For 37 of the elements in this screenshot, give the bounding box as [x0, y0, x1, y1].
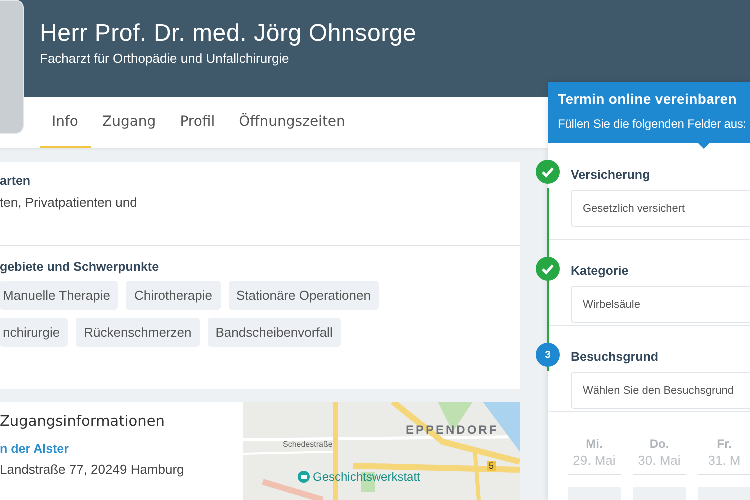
doctor-specialty: Facharzt für Orthopädie und Unfallchirurgie — [40, 51, 290, 66]
select-field[interactable]: Wählen Sie den Besuchsgrund — [571, 372, 750, 409]
tag-chip: Rückenschmerzen — [76, 318, 200, 347]
pin-icon — [298, 471, 310, 483]
tab[interactable]: Profil — [168, 97, 228, 148]
weekday-label: Do. — [648, 437, 670, 451]
select-field[interactable]: Wirbelsäule — [571, 286, 750, 323]
card-title: Zugangsinformationen — [0, 414, 166, 430]
section-title: arten — [0, 174, 32, 188]
section-text: ten, Privatpatienten und — [0, 195, 138, 212]
tab[interactable]: Öffnungszeiten — [227, 97, 358, 148]
tab[interactable]: Zugang — [90, 97, 168, 148]
tab[interactable]: Info — [40, 97, 90, 148]
weekday-label: Mi. — [585, 437, 604, 451]
section-title: gebiete und Schwerpunkte — [0, 260, 160, 274]
map-label: 5 — [487, 461, 496, 471]
weekday-label: Fr. — [716, 437, 733, 451]
step-label: Kategorie — [571, 264, 630, 278]
select-field[interactable]: Gesetzlich versichert — [571, 190, 750, 227]
map-label: Schedestraße — [283, 440, 333, 449]
step-label: Versicherung — [571, 168, 652, 182]
tag-chip: nchirurgie — [0, 318, 68, 347]
step-label: Besuchsgrund — [571, 350, 660, 364]
tag-chip: Stationäre Operationen — [228, 281, 379, 310]
map-label: Geschichtswerkstatt — [313, 470, 420, 484]
doctor-name: Herr Prof. Dr. med. Jörg Ohnsorge — [40, 20, 418, 48]
date-label: 30. Mai — [633, 453, 686, 475]
date-label: 31. M — [698, 453, 750, 475]
practice-link[interactable]: n der Alster — [0, 442, 243, 456]
panel-subtitle: Füllen Sie die folgenden Felder aus: — [558, 117, 748, 131]
tag-chip: Bandscheibenvorfall — [208, 318, 341, 347]
step-number: 3 — [536, 343, 560, 367]
address-text: Landstraße 77, 20249 Hamburg — [0, 462, 186, 477]
tag-chip: Manuelle Therapie — [0, 281, 118, 310]
date-label: 29. Mai — [568, 453, 621, 475]
tag-chip: Chirotherapie — [126, 281, 220, 310]
panel-title: Termin online vereinbaren — [558, 91, 738, 107]
